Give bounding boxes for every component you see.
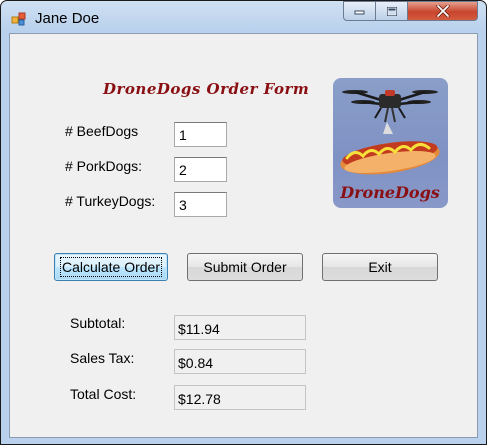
calculate-order-label: Calculate Order (59, 257, 163, 277)
turkeydogs-label: # TurkeyDogs: (65, 193, 156, 209)
maximize-button[interactable] (376, 1, 408, 21)
app-window: Jane Doe DroneDogs Order Form # BeefDogs… (0, 0, 487, 445)
turkeydogs-input[interactable]: 3 (174, 192, 227, 217)
minimize-icon (354, 10, 364, 15)
total-cost-output: $12.78 (174, 385, 306, 410)
logo-text: DroneDogs (339, 183, 440, 202)
window-title: Jane Doe (35, 10, 100, 27)
sales-tax-output: $0.84 (174, 349, 306, 374)
porkdogs-input[interactable]: 2 (174, 157, 227, 182)
total-cost-label: Total Cost: (70, 386, 137, 402)
subtotal-label: Subtotal: (70, 315, 126, 331)
title-bar[interactable]: Jane Doe (1, 1, 486, 33)
exit-button[interactable]: Exit (322, 253, 438, 281)
app-icon (11, 12, 26, 26)
form-heading: DroneDogs Order Form (103, 80, 310, 98)
close-button[interactable] (408, 1, 478, 21)
drone-hotdog-logo: DroneDogs (339, 90, 440, 202)
subtotal-output: $11.94 (174, 315, 306, 340)
maximize-icon (386, 6, 397, 16)
exit-label: Exit (368, 259, 392, 275)
submit-order-button[interactable]: Submit Order (187, 253, 303, 281)
calculate-order-button[interactable]: Calculate Order (54, 253, 168, 281)
minimize-button[interactable] (343, 1, 376, 21)
submit-order-label: Submit Order (203, 259, 287, 275)
beefdogs-input[interactable]: 1 (174, 122, 227, 147)
beefdogs-label: # BeefDogs (65, 123, 139, 139)
sales-tax-label: Sales Tax: (70, 350, 135, 366)
close-icon (435, 5, 450, 17)
dronedogs-logo: DroneDogs (333, 78, 448, 208)
porkdogs-label: # PorkDogs: (65, 158, 143, 174)
